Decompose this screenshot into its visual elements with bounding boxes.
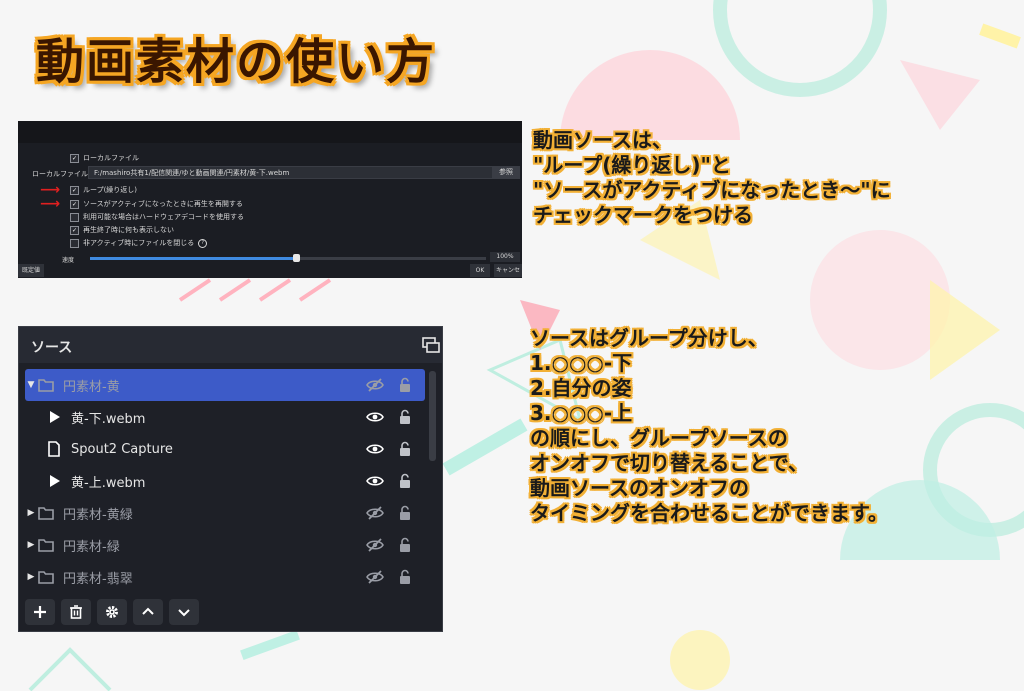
gear-icon	[106, 606, 118, 618]
lock-icon[interactable]	[397, 505, 413, 521]
source-name: 円素材-黄緑	[63, 507, 133, 523]
chevron-down-icon	[178, 609, 190, 617]
eye-icon[interactable]	[365, 441, 385, 457]
defaults-button[interactable]: 既定値	[18, 264, 44, 277]
source-row[interactable]: Spout2 Capture	[25, 433, 425, 465]
eye-icon[interactable]	[365, 409, 385, 425]
sources-scrollbar[interactable]	[429, 371, 436, 461]
source-name: 円素材-緑	[63, 539, 120, 555]
eye-hidden-icon[interactable]	[365, 537, 385, 553]
source-name: 円素材-翡翠	[63, 571, 133, 587]
speed-slider-handle[interactable]	[292, 254, 300, 262]
option-label: 利用可能な場合はハードウェアデコードを使用する	[83, 213, 244, 221]
source-row[interactable]: ▶ 円素材-黄緑	[25, 497, 425, 529]
speed-slider-fill	[90, 257, 296, 260]
add-source-button[interactable]	[25, 599, 55, 625]
source-row[interactable]: ▶ 円素材-緑	[25, 529, 425, 561]
source-row[interactable]: ▶ 円素材-翡翠	[25, 561, 425, 593]
properties-button-bar: 既定値 OK キャンセル	[18, 263, 522, 278]
lock-icon[interactable]	[397, 409, 413, 425]
instruction-note-1: 動画ソースは、 "ループ(繰り返し)"と "ソースがアクティブになったとき～"に…	[533, 128, 891, 227]
local-file-path-field[interactable]: F:/mashiro共有1/配信関連/ゆと動画関連/円素材/黄-下.webm	[88, 166, 506, 179]
instruction-note-2: ソースはグループ分けし、 1.○○○-下 2.自分の姿 3.○○○-上 の順にし…	[530, 326, 888, 525]
eye-hidden-icon[interactable]	[365, 505, 385, 521]
play-icon	[45, 408, 63, 426]
red-arrow-icon: ⟶	[40, 182, 61, 198]
option-label: 再生終了時に何も表示しない	[83, 226, 174, 234]
eye-hidden-icon[interactable]	[365, 377, 385, 393]
sources-header: ソース	[19, 327, 442, 363]
lock-icon[interactable]	[397, 441, 413, 457]
option-loop-row[interactable]: ✓ ループ(繰り返し)	[70, 185, 137, 195]
red-arrow-icon: ⟶	[40, 196, 61, 212]
folder-icon	[37, 536, 55, 554]
local-file-checkbox-label: ローカルファイル	[83, 154, 139, 162]
sources-dock: ソース ▼ 円素材-黄黄-下.webm Spout2 Capture 黄-上.webm…	[18, 326, 443, 632]
local-file-checkbox-row[interactable]: ✓ ローカルファイル	[70, 153, 139, 163]
lock-icon[interactable]	[397, 569, 413, 585]
browse-button[interactable]: 参照	[492, 166, 520, 179]
option-label: ループ(繰り返し)	[83, 186, 138, 194]
plus-icon	[34, 606, 46, 618]
speed-value[interactable]: 100%	[490, 252, 520, 262]
undock-icon[interactable]	[422, 337, 440, 353]
source-name: 黄-下.webm	[71, 411, 146, 427]
play-icon	[45, 472, 63, 490]
expand-caret-down-icon[interactable]: ▼	[25, 380, 37, 390]
source-properties-button[interactable]	[97, 599, 127, 625]
sources-title: ソース	[31, 340, 73, 356]
remove-source-button[interactable]	[61, 599, 91, 625]
sources-toolbar	[25, 599, 199, 625]
folder-icon	[37, 376, 55, 394]
restart-on-active-checkbox[interactable]: ✓	[70, 199, 79, 209]
option-label: ソースがアクティブになったときに再生を再開する	[83, 200, 243, 208]
cancel-button[interactable]: キャンセル	[494, 264, 522, 277]
local-file-label: ローカルファイル	[32, 170, 88, 178]
show-nothing-checkbox[interactable]: ✓	[70, 225, 79, 235]
source-row[interactable]: ▼ 円素材-黄	[25, 369, 425, 401]
folder-icon	[37, 504, 55, 522]
source-row[interactable]: 黄-上.webm	[25, 465, 425, 497]
media-source-properties-panel: ✓ ローカルファイル ローカルファイル F:/mashiro共有1/配信関連/ゆ…	[18, 121, 522, 278]
source-row[interactable]: 黄-下.webm	[25, 401, 425, 433]
close-inactive-checkbox[interactable]	[70, 238, 79, 248]
option-label: 非アクティブ時にファイルを閉じる	[83, 239, 195, 247]
properties-top-bar	[18, 121, 522, 143]
folder-icon	[37, 568, 55, 586]
expand-caret-right-icon[interactable]: ▶	[25, 540, 37, 550]
page-title: 動画素材の使い方	[36, 34, 437, 90]
file-icon	[45, 440, 63, 458]
trash-icon	[70, 605, 82, 619]
loop-checkbox[interactable]: ✓	[70, 185, 79, 195]
ok-button[interactable]: OK	[470, 264, 490, 277]
eye-icon[interactable]	[365, 473, 385, 489]
help-icon[interactable]: ?	[198, 238, 208, 248]
sources-list[interactable]: ▼ 円素材-黄黄-下.webm Spout2 Capture 黄-上.webm ▶ 円素材…	[25, 369, 425, 593]
move-down-button[interactable]	[169, 599, 199, 625]
source-name: 円素材-黄	[63, 379, 120, 395]
option-restart-row[interactable]: ✓ ソースがアクティブになったときに再生を再開する	[70, 199, 243, 209]
speed-slider[interactable]	[90, 254, 486, 262]
move-up-button[interactable]	[133, 599, 163, 625]
source-name: 黄-上.webm	[71, 475, 146, 491]
option-hw-decode-row[interactable]: 利用可能な場合はハードウェアデコードを使用する	[70, 212, 244, 222]
hw-decode-checkbox[interactable]	[70, 212, 79, 222]
option-close-inactive-row[interactable]: 非アクティブ時にファイルを閉じる ?	[70, 238, 208, 248]
expand-caret-right-icon[interactable]: ▶	[25, 572, 37, 582]
lock-icon[interactable]	[397, 537, 413, 553]
option-show-nothing-row[interactable]: ✓ 再生終了時に何も表示しない	[70, 225, 174, 235]
eye-hidden-icon[interactable]	[365, 569, 385, 585]
expand-caret-right-icon[interactable]: ▶	[25, 508, 37, 518]
source-name: Spout2 Capture	[71, 441, 173, 457]
local-file-checkbox[interactable]: ✓	[70, 153, 79, 163]
lock-icon[interactable]	[397, 377, 413, 393]
lock-icon[interactable]	[397, 473, 413, 489]
chevron-up-icon	[142, 607, 154, 615]
